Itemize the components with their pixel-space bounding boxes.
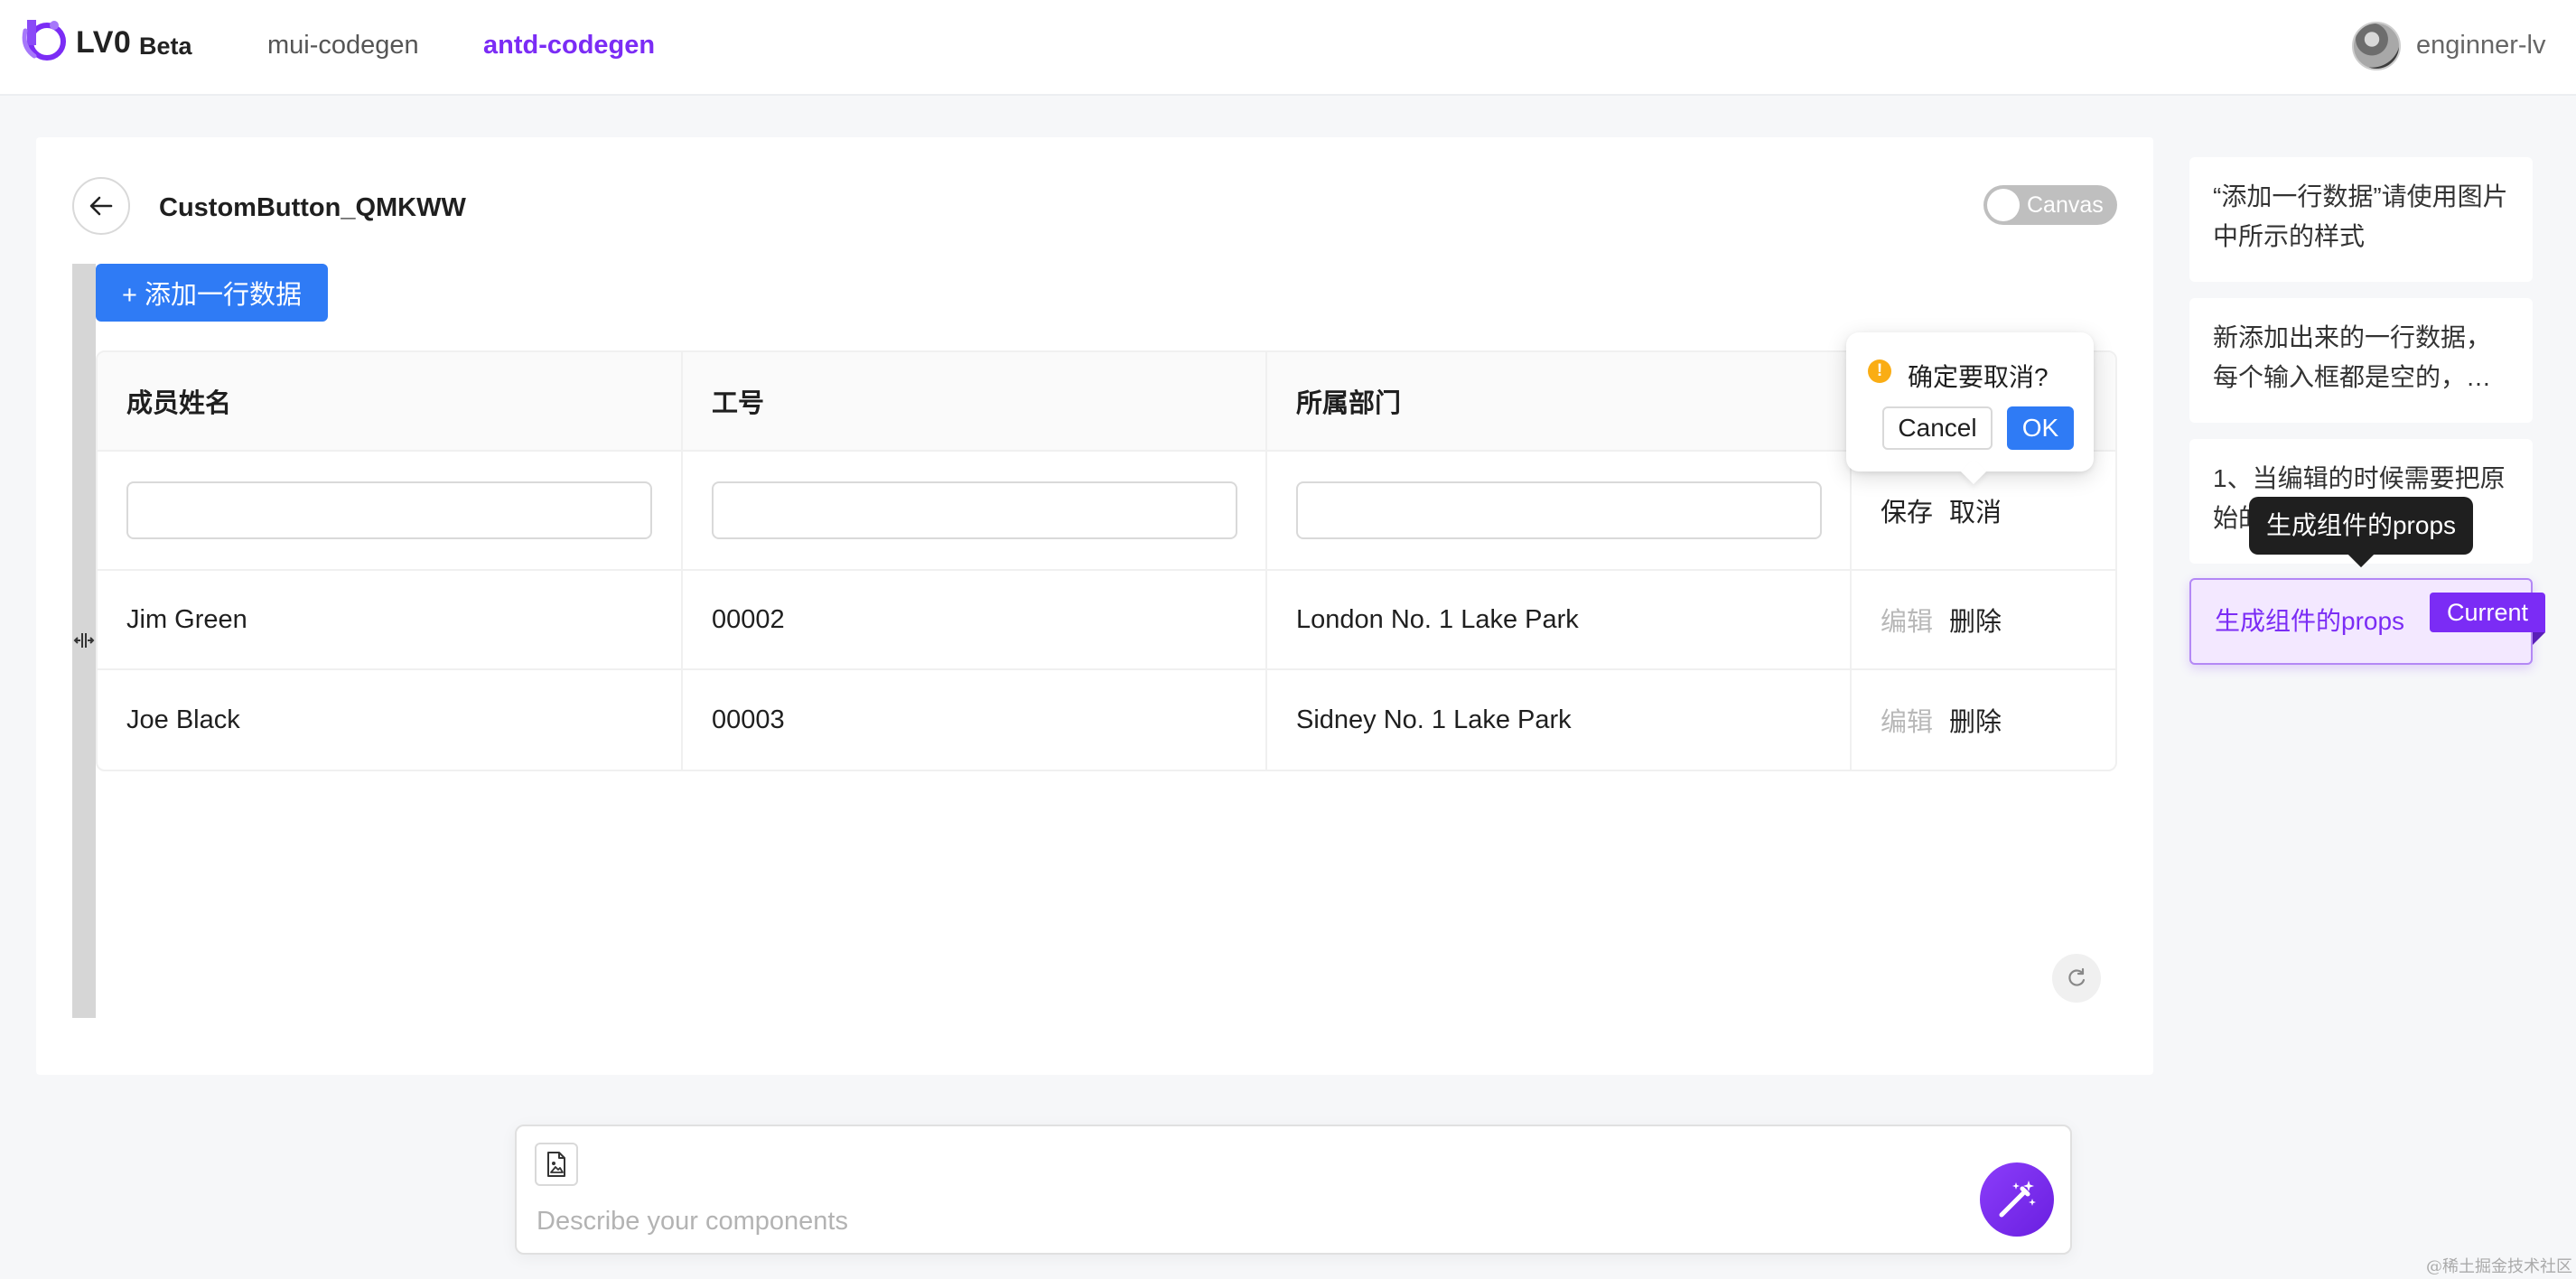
- beta-tag: Beta: [139, 33, 192, 60]
- history-item[interactable]: 新添加出来的一行数据，每个输入框都是空的，…: [2189, 298, 2533, 423]
- delete-link[interactable]: 删除: [1949, 601, 2002, 639]
- component-name: CustomButton_QMKWW: [159, 193, 466, 222]
- history-item-text: 新添加出来的一行数据，每个输入框都是空的，…: [2213, 323, 2492, 391]
- history-item[interactable]: “添加一行数据”请使用图片中所示的样式: [2189, 157, 2533, 282]
- cancel-popconfirm: ! 确定要取消? Cancel OK: [1846, 332, 2094, 471]
- nav-mui-codegen[interactable]: mui-codegen: [267, 31, 419, 61]
- table-header-row: 成员姓名 工号 所属部门: [98, 352, 2115, 452]
- cell-id: 00002: [683, 571, 1267, 668]
- attach-image-button[interactable]: [535, 1143, 578, 1186]
- magic-wand-icon: [1999, 1181, 2036, 1218]
- canvas-toggle-label: Canvas: [2027, 192, 2104, 218]
- popconfirm-cancel-button[interactable]: Cancel: [1882, 406, 1993, 450]
- badge-fold: [2533, 632, 2545, 645]
- cell-dept: London No. 1 Lake Park: [1267, 571, 1852, 668]
- refresh-icon: [2068, 967, 2086, 986]
- prompt-box: [515, 1125, 2072, 1255]
- column-header: 所属部门: [1267, 352, 1852, 450]
- name-input[interactable]: [126, 481, 652, 539]
- save-link[interactable]: 保存: [1881, 491, 1933, 529]
- back-button[interactable]: [72, 177, 130, 235]
- refresh-button[interactable]: [2052, 954, 2101, 1003]
- top-header: LV0 Beta mui-codegen antd-codegen enginn…: [0, 0, 2576, 96]
- column-header: 成员姓名: [98, 352, 683, 450]
- members-table: 成员姓名 工号 所属部门 保存 取消 Jim Green 00002 Londo…: [96, 350, 2117, 771]
- current-badge: Current: [2430, 593, 2545, 632]
- dept-input[interactable]: [1296, 481, 1822, 539]
- cell-id: 00003: [683, 670, 1267, 770]
- add-row-button[interactable]: + 添加一行数据: [96, 264, 328, 322]
- warning-icon: !: [1868, 359, 1891, 383]
- toggle-knob: [1987, 189, 2020, 221]
- nav-antd-codegen[interactable]: antd-codegen: [483, 31, 655, 61]
- cell-name: Jim Green: [98, 571, 683, 668]
- edit-link[interactable]: 编辑: [1881, 701, 1933, 739]
- edit-link[interactable]: 编辑: [1881, 601, 1933, 639]
- popconfirm-ok-button[interactable]: OK: [2007, 406, 2074, 450]
- generate-button[interactable]: [1980, 1162, 2054, 1237]
- id-input[interactable]: [712, 481, 1237, 539]
- drag-handle-icon[interactable]: [72, 629, 96, 656]
- cell-dept: Sidney No. 1 Lake Park: [1267, 670, 1852, 770]
- brand-name: LV0: [76, 25, 132, 60]
- history-tooltip: 生成组件的props: [2249, 497, 2473, 555]
- cancel-link[interactable]: 取消: [1949, 491, 2002, 529]
- delete-link[interactable]: 删除: [1949, 701, 2002, 739]
- history-item-text: “添加一行数据”请使用图片中所示的样式: [2213, 182, 2508, 250]
- avatar[interactable]: [2352, 22, 2401, 70]
- watermark: @稀土掘金技术社区: [2426, 1257, 2572, 1276]
- logo-icon[interactable]: [20, 14, 67, 61]
- username[interactable]: enginner-lv: [2416, 31, 2545, 61]
- arrow-left-icon: [89, 196, 113, 216]
- cell-name: Joe Black: [98, 670, 683, 770]
- prompt-input[interactable]: [537, 1199, 1927, 1244]
- image-file-icon: [547, 1152, 565, 1177]
- column-header: 工号: [683, 352, 1267, 450]
- popconfirm-message: 确定要取消?: [1908, 363, 2049, 391]
- table-row-editing: 保存 取消: [98, 452, 2115, 571]
- table-row: Jim Green 00002 London No. 1 Lake Park 编…: [98, 571, 2115, 670]
- table-row: Joe Black 00003 Sidney No. 1 Lake Park 编…: [98, 670, 2115, 770]
- canvas-toggle[interactable]: Canvas: [1983, 185, 2117, 225]
